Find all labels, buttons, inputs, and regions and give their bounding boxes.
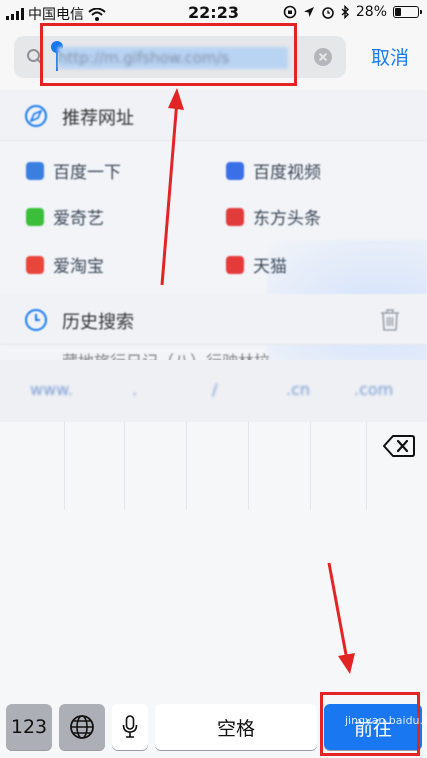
watermark: jingyan.baidu.com	[345, 714, 427, 727]
arrow-up-icon	[168, 88, 184, 110]
annotation-arrows	[160, 88, 355, 674]
arrow-down-icon	[338, 653, 355, 674]
